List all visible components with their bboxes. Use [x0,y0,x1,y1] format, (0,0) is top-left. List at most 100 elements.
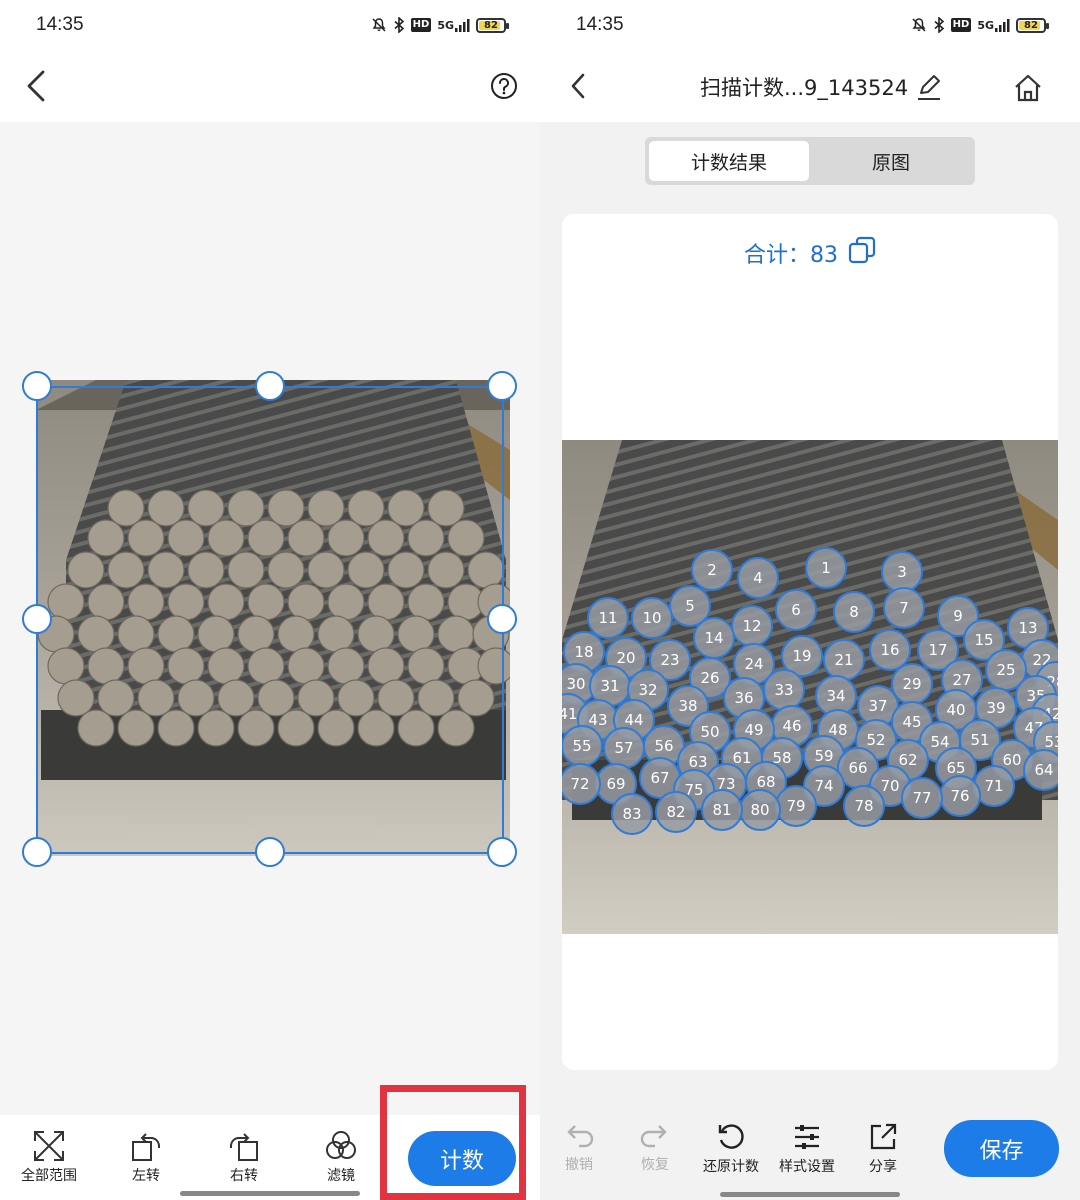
detection-number: 64 [1034,761,1053,779]
restore-count-button[interactable]: 还原计数 [692,1122,770,1176]
bluetooth-icon [393,17,405,33]
back-icon[interactable] [560,68,596,104]
battery-icon: 82 [1016,17,1049,33]
detection-number: 32 [638,681,657,699]
crop-handle-left[interactable] [22,604,52,634]
detection-number: 26 [700,669,719,687]
undo-icon [567,1125,594,1148]
detection-number: 46 [782,717,801,735]
crop-handle-bottom[interactable] [255,837,285,867]
detection-number: 33 [774,681,793,699]
home-icon[interactable] [1008,68,1048,108]
crop-handle-bottom-left[interactable] [22,837,52,867]
total-count: 合计：83 [562,236,1058,270]
detection-number: 19 [792,647,811,665]
hd-icon: HD [410,18,432,32]
detection-number: 70 [880,777,899,795]
full-range-icon [34,1131,64,1161]
detection-number: 29 [902,675,921,693]
redo-button[interactable]: 恢复 [616,1122,694,1174]
detection-number: 52 [866,731,885,749]
crop-frame[interactable] [36,386,504,854]
detection-number: 63 [688,753,707,771]
undo-button[interactable]: 撤销 [540,1122,618,1174]
detection-number: 68 [756,773,775,791]
detection-number: 5 [685,597,695,615]
home-indicator [180,1191,360,1196]
tool-label: 恢复 [641,1157,669,1173]
back-icon[interactable] [14,64,58,108]
tool-label: 还原计数 [703,1159,759,1175]
detection-number: 8 [849,603,859,621]
detection-number: 23 [660,651,679,669]
detection-number: 11 [598,609,617,627]
mute-icon [371,17,387,33]
tool-label: 样式设置 [779,1159,835,1175]
detection-number: 16 [880,641,899,659]
crop-handle-top-right[interactable] [487,371,517,401]
battery-icon: 82 [476,17,509,33]
detection-number: 51 [970,731,989,749]
crop-handle-bottom-right[interactable] [487,837,517,867]
detection-number: 53 [1044,733,1058,751]
detection-number: 74 [814,777,833,795]
network-type: 5G [977,18,994,32]
crop-handle-top-left[interactable] [22,371,52,401]
detection-number: 4 [753,569,763,587]
network-type: 5G [437,18,454,32]
detection-number: 18 [574,643,593,661]
style-settings-button[interactable]: 样式设置 [768,1122,846,1176]
filter-icon [326,1131,356,1159]
detection-number: 45 [902,713,921,731]
detection-number: 54 [930,733,949,751]
crop-screen: 14:35 HD 5G 82 全部范围 左转 右转 滤镜 计数 [0,0,540,1200]
detection-number: 83 [622,805,641,823]
style-settings-icon [795,1125,819,1149]
edit-title-icon[interactable] [912,70,946,104]
detection-number: 66 [848,759,867,777]
status-time: 14:35 [576,14,624,35]
detection-number: 3 [897,563,907,581]
detection-number: 13 [1018,619,1037,637]
detection-number: 9 [953,607,963,625]
detection-number: 71 [984,777,1003,795]
signal-icon: 5G [977,18,1010,32]
tab-count-result[interactable]: 计数结果 [649,141,809,181]
rotate-right-icon [230,1133,258,1161]
detection-number: 27 [952,671,971,689]
hd-icon: HD [950,18,972,32]
result-card: 合计：83 1 2 3 4 5 6 7 8 9 10 11 12 13 14 15 1 [562,214,1058,1070]
total-value: 83 [810,243,838,268]
full-range-button[interactable]: 全部范围 [9,1129,89,1185]
detection-number: 59 [814,747,833,765]
result-screen: 14:35 HD 5G 82 扫描计数...9_143524 计数结果 原图 合… [540,0,1080,1200]
crop-handle-top[interactable] [255,371,285,401]
detection-number: 39 [986,699,1005,717]
detection-number: 80 [750,801,769,819]
help-icon[interactable] [484,66,524,106]
detection-number: 40 [946,701,965,719]
detection-number: 36 [734,689,753,707]
detection-number: 21 [834,651,853,669]
crop-handle-right[interactable] [487,604,517,634]
detection-number: 43 [588,711,607,729]
detection-number: 77 [912,789,931,807]
status-bar: 14:35 HD 5G 82 [540,0,1080,50]
save-button[interactable]: 保存 [944,1120,1059,1177]
app-bar [0,50,540,122]
share-button[interactable]: 分享 [844,1122,922,1176]
tab-original-image[interactable]: 原图 [811,141,971,181]
rotate-right-button[interactable]: 右转 [204,1129,284,1185]
detection-number: 82 [666,803,685,821]
battery-level: 82 [484,19,498,31]
filter-button[interactable]: 滤镜 [301,1129,381,1185]
copy-icon[interactable] [848,236,876,270]
detection-number: 30 [566,675,585,693]
tool-label: 滤镜 [327,1168,355,1184]
detection-number: 20 [616,649,635,667]
status-time: 14:35 [36,14,84,35]
counted-photo: 1 2 3 4 5 6 7 8 9 10 11 12 13 14 15 16 17 18 19 20 21 22 23 24 2… [562,440,1058,934]
rotate-left-icon [132,1133,160,1161]
status-icons: HD 5G 82 [371,14,509,36]
rotate-left-button[interactable]: 左转 [106,1129,186,1185]
